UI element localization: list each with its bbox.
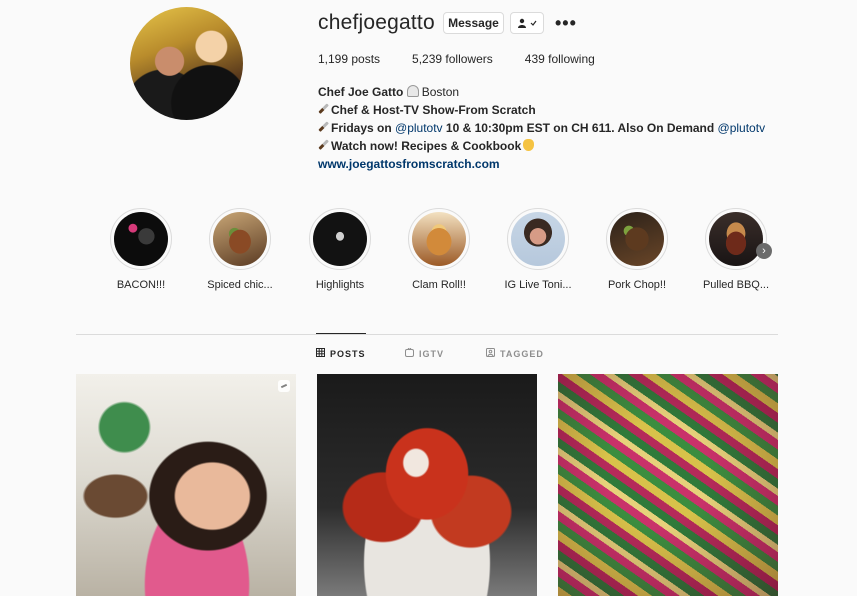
profile-avatar[interactable] (130, 7, 243, 120)
plutotv-mention-link[interactable]: @plutotv (395, 121, 443, 135)
person-check-icon (517, 18, 537, 28)
highlight-thumbnail (709, 212, 763, 266)
highlight-item[interactable]: Pork Chop!! (605, 208, 669, 291)
highlight-item[interactable]: Spiced chic... (207, 208, 273, 291)
bio-line-3: Watch now! Recipes & Cookbook (331, 139, 522, 153)
igtv-badge-icon (278, 380, 290, 392)
highlight-label: BACON!!! (116, 279, 166, 291)
story-highlights: BACON!!! Spiced chic... Highlights Clam … (0, 208, 857, 298)
highlight-label: IG Live Toni... (504, 279, 572, 291)
post-thumbnail[interactable] (558, 374, 778, 596)
bio-line-1: Chef & Host-TV Show-From Scratch (331, 103, 536, 117)
highlight-ring[interactable] (110, 208, 172, 270)
chef-icon (406, 85, 419, 97)
highlight-label: Clam Roll!! (412, 279, 466, 291)
profile-stats: 1,199 posts 5,239 followers 439 followin… (318, 52, 627, 66)
highlights-next-icon[interactable]: › (756, 243, 772, 259)
highlight-item[interactable]: Highlights (308, 208, 372, 291)
profile-tabs: POSTS IGTV TAGGED (0, 333, 857, 374)
highlight-label: Spiced chic... (207, 279, 273, 291)
tab-igtv[interactable]: IGTV (405, 347, 445, 359)
message-button[interactable]: Message (443, 12, 504, 34)
highlight-thumbnail (511, 212, 565, 266)
bio-line-2-prefix: Fridays on (331, 121, 396, 135)
highlight-thumbnail (313, 212, 367, 266)
highlight-ring[interactable] (705, 208, 767, 270)
bio-line-2-middle: 10 & 10:30pm EST on CH 611. Also On Dema… (442, 121, 718, 135)
profile-location: Boston (421, 85, 460, 99)
website-link[interactable]: www.joegattosfromscratch.com (318, 157, 500, 171)
highlight-label: Pulled BBQ... (702, 279, 770, 291)
highlight-thumbnail (213, 212, 267, 266)
highlight-label: Pork Chop!! (607, 279, 667, 291)
profile-username: chefjoegatto (318, 11, 435, 34)
highlight-item[interactable]: Clam Roll!! (407, 208, 471, 291)
highlight-ring[interactable] (507, 208, 569, 270)
highlight-label: Highlights (315, 279, 365, 291)
highlight-ring[interactable] (209, 208, 271, 270)
highlight-item[interactable]: IG Live Toni... (504, 208, 572, 291)
post-thumbnail[interactable] (76, 374, 296, 596)
following-button[interactable] (510, 12, 544, 34)
profile-bio: Chef Joe Gatto Boston Chef & Host-TV Sho… (318, 83, 765, 173)
highlight-thumbnail (412, 212, 466, 266)
profile-full-name: Chef Joe Gatto (318, 85, 404, 99)
highlight-thumbnail (610, 212, 664, 266)
highlight-ring[interactable] (309, 208, 371, 270)
grid-icon (316, 348, 325, 359)
highlight-thumbnail (114, 212, 168, 266)
igtv-icon (405, 347, 414, 359)
post-thumbnail[interactable] (317, 374, 537, 596)
tagged-icon (486, 348, 495, 359)
plutotv-mention-link-2[interactable]: @plutotv (718, 121, 766, 135)
more-options-icon[interactable]: ••• (555, 13, 577, 34)
highlight-ring[interactable] (606, 208, 668, 270)
tab-igtv-label: IGTV (419, 348, 445, 359)
following-count[interactable]: 439 following (525, 52, 595, 66)
knife-icon (316, 101, 333, 118)
knife-icon (316, 119, 333, 136)
knife-icon (316, 137, 333, 154)
tab-posts[interactable]: POSTS (316, 333, 366, 359)
highlight-item[interactable]: BACON!!! (109, 208, 173, 291)
posts-count: 1,199 posts (318, 52, 381, 66)
highlight-ring[interactable] (408, 208, 470, 270)
pointing-hand-icon (523, 139, 535, 151)
tab-tagged-label: TAGGED (500, 348, 544, 359)
tab-tagged[interactable]: TAGGED (486, 348, 544, 359)
tab-posts-label: POSTS (330, 348, 366, 359)
highlight-item[interactable]: Pulled BBQ... (703, 208, 769, 291)
followers-count[interactable]: 5,239 followers (412, 52, 493, 66)
